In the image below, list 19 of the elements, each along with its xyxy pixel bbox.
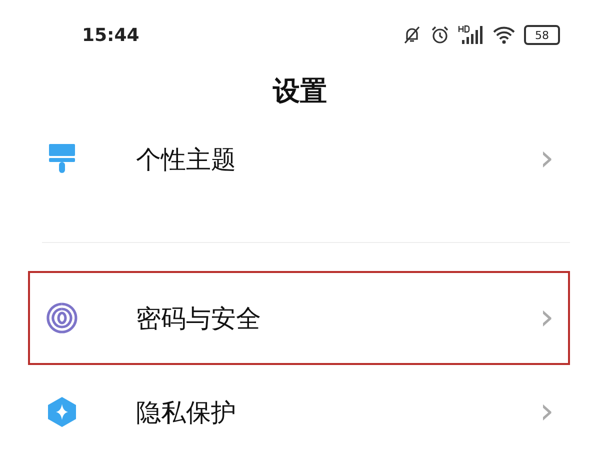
chevron-icon: › (540, 300, 554, 336)
clock-time: 15:44 (82, 24, 140, 46)
battery-indicator: 58 (524, 25, 560, 45)
chevron-icon: › (540, 394, 554, 430)
item-label: 隐私保护 (136, 396, 237, 428)
alarm-icon (430, 25, 450, 45)
item-label: 个性主题 (136, 144, 237, 176)
shield-icon (46, 396, 78, 428)
signal-icon (458, 25, 484, 45)
settings-item[interactable]: 密码与安全 › (28, 271, 570, 365)
muted-bell-icon (402, 25, 422, 45)
settings-item[interactable]: 个性主题 › (28, 112, 570, 206)
settings-item[interactable]: 隐私保护 › (28, 365, 570, 450)
chevron-icon: › (540, 141, 554, 177)
wifi-icon (492, 25, 516, 45)
page-title: 设置 (272, 75, 328, 109)
fingerprint-icon (46, 302, 78, 334)
paint-brush-icon (46, 144, 78, 174)
item-label: 密码与安全 (136, 302, 262, 334)
